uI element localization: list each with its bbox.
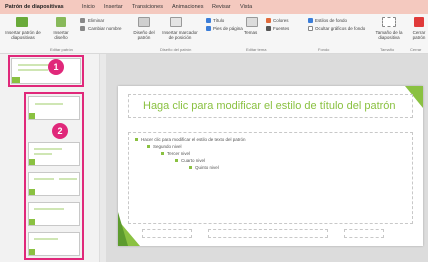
tab-transitions[interactable]: Transiciones xyxy=(132,0,163,14)
insert-master-button[interactable]: Insertar patrón de diapositivas xyxy=(3,30,43,40)
background-styles-button[interactable]: Estilos de fondo xyxy=(315,18,347,23)
tab-insert[interactable]: Insertar xyxy=(104,0,123,14)
rename-button[interactable]: Cambiar nombre xyxy=(88,26,122,31)
callout-badge-2: 2 xyxy=(52,123,68,139)
layout-thumbnail-4[interactable] xyxy=(28,202,80,226)
title-checkbox-icon[interactable] xyxy=(206,18,211,23)
hide-background-checkbox-icon[interactable] xyxy=(308,26,313,31)
level-1-text: Hacer clic para modificar el estilo de t… xyxy=(141,137,246,142)
background-styles-icon[interactable] xyxy=(308,18,313,23)
callout-badge-1: 1 xyxy=(48,59,64,75)
close-master-button[interactable]: Cerrar patrón xyxy=(410,30,428,40)
level-4-text: Cuarto nivel xyxy=(181,158,206,163)
group-edit-master-label: Editar patrón xyxy=(50,47,73,52)
ribbon-tab-bar: Patrón de diapositivas Inicio Insertar T… xyxy=(0,0,428,14)
footers-checkbox[interactable]: Pies de página xyxy=(213,26,243,31)
hide-background-checkbox[interactable]: Ocultar gráficos de fondo xyxy=(315,26,365,31)
fonts-icon[interactable] xyxy=(266,26,271,31)
tab-animations[interactable]: Animaciones xyxy=(172,0,204,14)
insert-master-icon[interactable] xyxy=(16,17,28,27)
master-layout-button[interactable]: Diseño del patrón xyxy=(128,30,160,40)
themes-icon[interactable] xyxy=(246,17,258,27)
layout-thumbnail-3[interactable] xyxy=(28,172,80,196)
master-slide[interactable]: Haga clic para modificar el estilo de tí… xyxy=(118,86,423,246)
colors-icon[interactable] xyxy=(266,18,271,23)
slide-size-button[interactable]: Tamaño de la diapositiva xyxy=(372,30,406,40)
rename-icon[interactable] xyxy=(80,26,85,31)
footers-checkbox-icon[interactable] xyxy=(206,26,211,31)
layout-thumbnail-1[interactable] xyxy=(28,96,80,120)
fonts-button[interactable]: Fuentes xyxy=(273,26,289,31)
group-master-layout-label: Diseño del patrón xyxy=(160,47,192,52)
level-2-text: Segundo nivel xyxy=(153,144,182,149)
group-size-label: Tamaño xyxy=(380,47,395,52)
body-placeholder[interactable]: Hacer clic para modificar el estilo de t… xyxy=(128,132,413,224)
layout-thumbnail-2[interactable] xyxy=(28,142,80,166)
close-master-icon[interactable] xyxy=(414,17,424,27)
slide-number-placeholder[interactable] xyxy=(344,229,384,238)
ribbon: Insertar patrón de diapositivas Insertar… xyxy=(0,14,428,54)
insert-layout-icon[interactable] xyxy=(56,17,66,27)
bottom-left-accent-dark xyxy=(118,212,128,246)
layout-thumbnail-5[interactable] xyxy=(28,232,80,256)
tab-home[interactable]: Inicio xyxy=(82,0,95,14)
insert-placeholder-icon[interactable] xyxy=(170,17,182,27)
group-theme-label: Editar tema xyxy=(246,47,267,52)
master-layout-icon[interactable] xyxy=(138,17,150,27)
slide-size-icon[interactable] xyxy=(382,17,396,27)
master-slide-thumbnail[interactable] xyxy=(11,58,81,84)
tab-view[interactable]: Vista xyxy=(240,0,252,14)
tab-slide-master[interactable]: Patrón de diapositivas xyxy=(2,0,67,14)
insert-layout-button[interactable]: Insertar diseño xyxy=(48,30,74,40)
level-5-text: Quinto nivel xyxy=(195,165,219,170)
delete-button[interactable]: Eliminar xyxy=(88,18,104,23)
title-placeholder[interactable]: Haga clic para modificar el estilo de tí… xyxy=(128,94,413,118)
footer-placeholder[interactable] xyxy=(208,229,328,238)
date-placeholder[interactable] xyxy=(142,229,192,238)
colors-button[interactable]: Colores xyxy=(273,18,289,23)
themes-button[interactable]: Temas xyxy=(244,30,257,35)
delete-icon[interactable] xyxy=(80,18,85,23)
title-checkbox[interactable]: Título xyxy=(213,18,224,23)
insert-placeholder-button[interactable]: Insertar marcador de posición xyxy=(160,30,200,40)
group-background-label: Fondo xyxy=(318,47,330,52)
group-close-label: Cerrar xyxy=(410,47,422,52)
level-3-text: Tercer nivel xyxy=(167,151,191,156)
tab-review[interactable]: Revisar xyxy=(212,0,231,14)
